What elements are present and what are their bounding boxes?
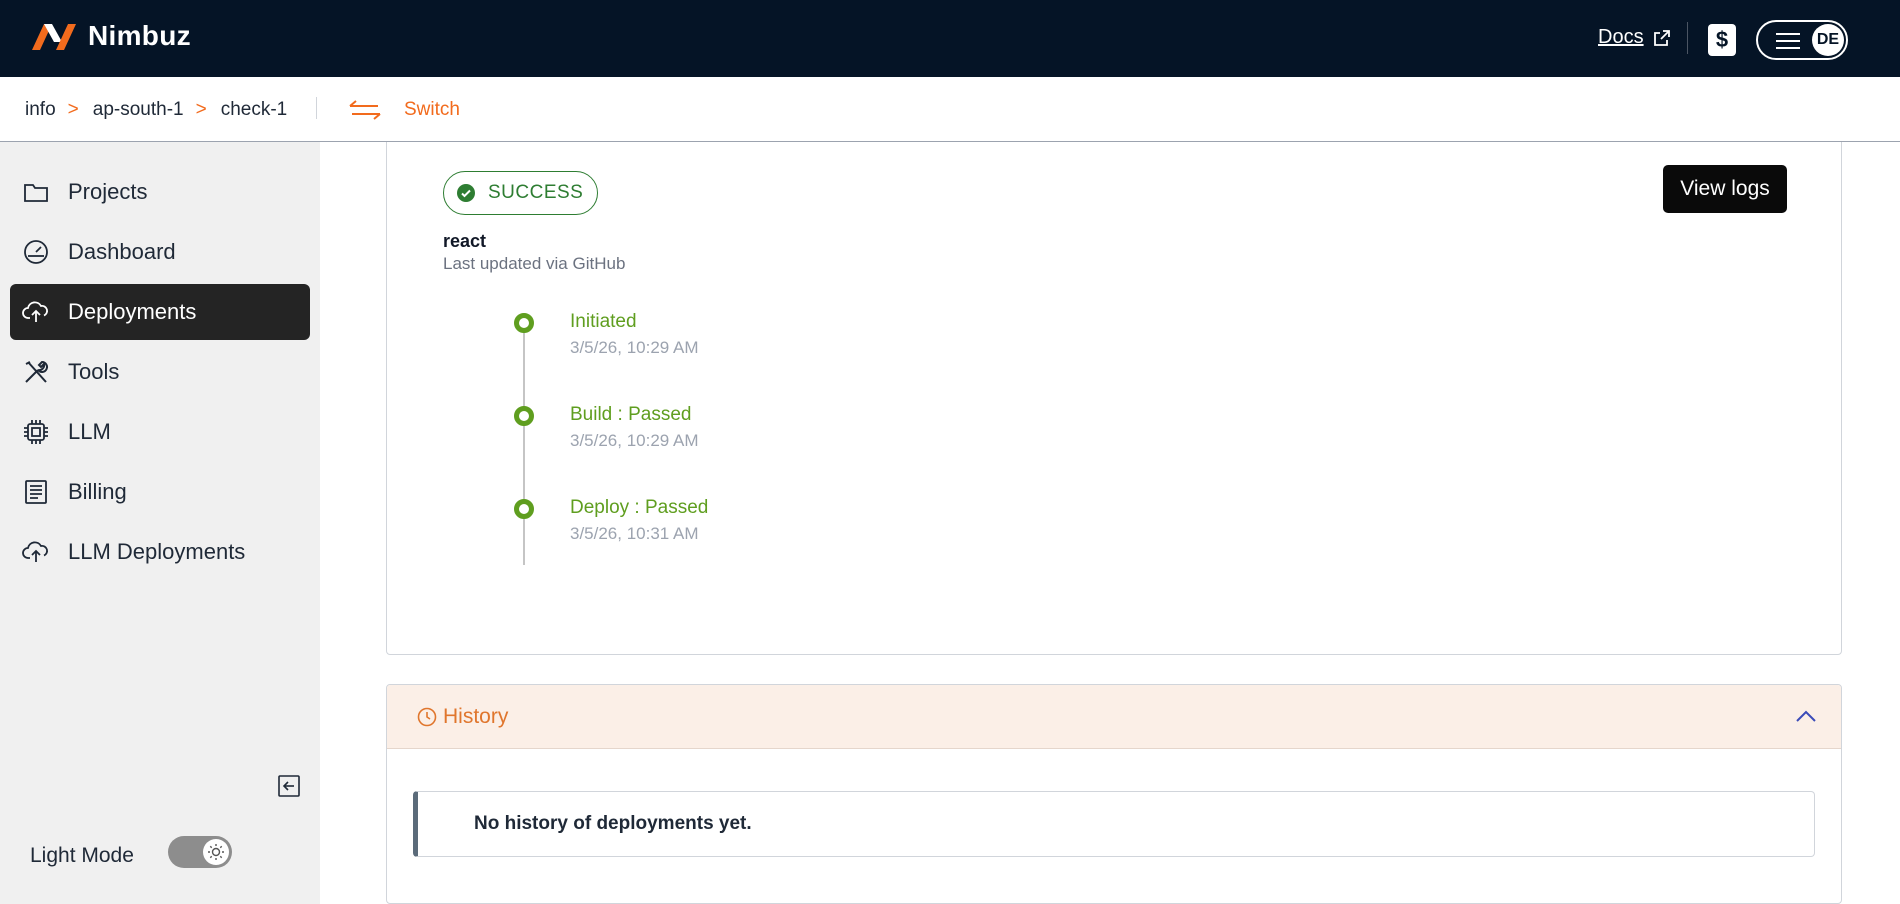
clock-icon xyxy=(417,707,437,727)
chevron-up-icon[interactable] xyxy=(1795,707,1817,725)
timeline-step: Build : Passed 3/5/26, 10:29 AM xyxy=(387,404,787,466)
check-circle-icon xyxy=(457,184,475,202)
deployment-card: SUCCESS View logs react Last updated via… xyxy=(386,142,1842,655)
sidebar-item-label: Dashboard xyxy=(68,239,176,264)
sidebar-item-tools[interactable]: Tools xyxy=(10,344,310,400)
docs-link[interactable]: Docs xyxy=(1598,26,1672,49)
sidebar-item-dashboard[interactable]: Dashboard xyxy=(10,224,310,280)
history-title: History xyxy=(417,705,508,729)
status-badge: SUCCESS xyxy=(443,171,599,215)
breadcrumb-item-info[interactable]: info xyxy=(25,99,56,121)
light-mode-label: Light Mode xyxy=(30,844,134,867)
switch-label: Switch xyxy=(404,99,460,120)
billing-button[interactable]: $ xyxy=(1708,24,1736,56)
receipt-icon xyxy=(25,480,47,504)
external-link-icon xyxy=(1653,29,1670,46)
step-title: Build : Passed xyxy=(570,404,692,425)
docs-label: Docs xyxy=(1598,26,1644,48)
sidebar-item-label: LLM xyxy=(68,419,111,444)
switch-arrows-icon xyxy=(349,100,381,120)
nimbuz-logo-icon xyxy=(32,24,76,50)
last-updated-text: Last updated via GitHub xyxy=(443,254,626,273)
breadcrumb-bar: info > ap-south-1 > check-1 Switch xyxy=(0,77,1900,142)
step-time: 3/5/26, 10:29 AM xyxy=(570,338,699,357)
dollar-icon: $ xyxy=(1715,27,1729,52)
header-divider xyxy=(1687,22,1688,54)
breadcrumb-divider xyxy=(316,97,317,119)
sidebar-item-billing[interactable]: Billing xyxy=(10,464,310,520)
hamburger-icon xyxy=(1776,33,1800,49)
sidebar-item-deployments[interactable]: Deployments xyxy=(10,284,310,340)
tools-icon xyxy=(25,360,48,383)
timeline-dot xyxy=(514,406,534,426)
top-navbar: Nimbuz Docs $ DE xyxy=(0,0,1900,77)
timeline-step: Deploy : Passed 3/5/26, 10:31 AM xyxy=(387,497,787,559)
main-content: SUCCESS View logs react Last updated via… xyxy=(320,142,1900,904)
theme-toggle[interactable] xyxy=(168,836,232,868)
empty-history-message: No history of deployments yet. xyxy=(413,791,1815,857)
history-panel: History No history of deployments yet. xyxy=(386,684,1842,904)
sidebar-item-projects[interactable]: Projects xyxy=(10,164,310,220)
gauge-icon xyxy=(24,240,48,264)
timeline-dot xyxy=(514,499,534,519)
user-menu-button[interactable]: DE xyxy=(1756,20,1848,60)
history-title-text: History xyxy=(443,705,509,728)
sidebar-item-label: Tools xyxy=(68,359,120,384)
timeline-dot xyxy=(514,313,534,333)
sidebar-item-label: Billing xyxy=(68,479,127,504)
sidebar-item-label: Projects xyxy=(68,179,148,204)
cloud-upload-icon xyxy=(22,301,48,322)
sidebar-item-label: LLM Deployments xyxy=(68,539,246,564)
cloud-upload-icon xyxy=(22,541,48,562)
step-time: 3/5/26, 10:29 AM xyxy=(570,431,699,450)
brand-logo[interactable]: Nimbuz xyxy=(32,20,191,52)
step-title: Deploy : Passed xyxy=(570,497,709,518)
sidebar-item-label: Deployments xyxy=(68,299,197,324)
sidebar-item-llm[interactable]: LLM xyxy=(10,404,310,460)
sidebar-item-llm-deployments[interactable]: LLM Deployments xyxy=(10,524,310,580)
brand-name: Nimbuz xyxy=(88,20,191,51)
breadcrumb-item-region[interactable]: ap-south-1 xyxy=(93,99,184,121)
history-header[interactable]: History xyxy=(387,685,1841,749)
view-logs-button[interactable]: View logs xyxy=(1663,165,1787,213)
status-text: SUCCESS xyxy=(488,182,584,203)
sun-icon xyxy=(203,839,229,865)
avatar: DE xyxy=(1812,24,1844,56)
breadcrumb-item-project[interactable]: check-1 xyxy=(221,99,288,121)
breadcrumb-separator: > xyxy=(67,99,79,120)
switch-button[interactable]: Switch xyxy=(348,99,460,121)
folder-icon xyxy=(24,184,48,202)
app-name: react xyxy=(443,231,487,251)
timeline-step: Initiated 3/5/26, 10:29 AM xyxy=(387,311,787,373)
chip-icon xyxy=(24,420,48,444)
collapse-sidebar-icon[interactable] xyxy=(278,775,300,797)
breadcrumb-separator: > xyxy=(195,99,207,120)
step-title: Initiated xyxy=(570,311,637,332)
step-time: 3/5/26, 10:31 AM xyxy=(570,524,699,543)
sidebar: Projects Dashboard Deployments Tools LLM… xyxy=(0,142,320,904)
breadcrumb: info > ap-south-1 > check-1 xyxy=(25,99,287,121)
